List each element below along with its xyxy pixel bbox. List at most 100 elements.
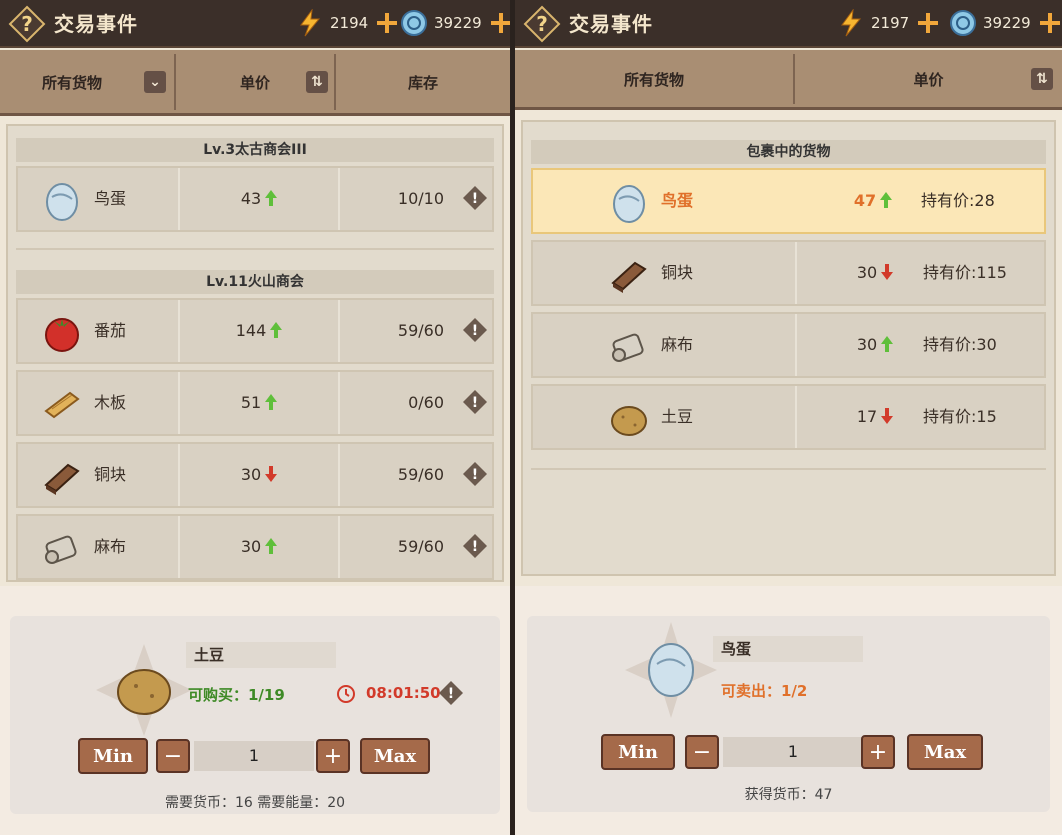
tomato-icon [45,318,79,352]
egg-icon [625,622,717,718]
currency-counter: 39229 [400,8,510,38]
info-icon[interactable]: ! [438,680,464,706]
help-icon[interactable]: ? [523,5,561,43]
top-bar: ? 交易事件 2197 39229 [515,0,1062,48]
lightning-icon [300,9,321,37]
item-price: 30 [180,444,338,506]
help-icon[interactable]: ? [8,5,46,43]
currency-value: 39229 [983,14,1031,32]
sell-panel: ? 交易事件 2197 39229 所有货物 单价 ⇅ 包裹中的货物 鸟蛋 47… [515,0,1062,835]
egg-icon [46,183,78,221]
arrow-down-icon [881,264,894,280]
item-price: 43 [180,168,338,230]
item-name: 铜块 [661,263,694,282]
list-item[interactable]: 铜块 30 持有价:115 [531,240,1046,306]
stock-header: 库存 [334,54,510,110]
item-stock: 10/10 [397,189,444,208]
selected-item-card: 鸟蛋 可卖出：1/2 Min − 1 + Max 获得货币：47 [527,616,1050,812]
price-header-label: 单价 [239,73,270,92]
group-header: Lv.11火山商会 [16,270,494,294]
item-name: 铜块 [94,465,127,484]
quantity-input[interactable]: 1 [723,737,863,767]
item-name: 麻布 [661,335,694,354]
sort-price[interactable]: 单价 ⇅ [174,54,334,110]
filter-label: 所有货物 [623,70,684,89]
item-price: 30 [180,516,338,578]
page-title: 交易事件 [569,12,653,36]
item-price: 17 [845,386,905,448]
increase-button[interactable]: + [861,735,895,769]
screen: ? 交易事件 2194 39229 所有货物 ⌄ 单价 ⇅ 库存 Lv.3太古商… [0,0,1062,835]
max-button[interactable]: Max [360,738,430,774]
increase-button[interactable]: + [316,739,350,773]
decrease-button[interactable]: − [685,735,719,769]
linen-icon [612,333,644,362]
inventory-list[interactable]: 包裹中的货物 鸟蛋 47 持有价:28 铜块 30 持有价:115 麻布 30 [521,120,1056,576]
chevron-down-icon[interactable]: ⌄ [144,71,166,93]
item-price: 47 [843,170,903,232]
decrease-button[interactable]: − [156,739,190,773]
item-stock: 59/60 [397,321,444,340]
list-item[interactable]: 番茄 144 59/60 ! [16,298,494,364]
clock-icon [337,685,355,703]
quantity-input[interactable]: 1 [194,741,314,771]
arrow-up-icon [265,538,278,554]
buy-panel: ? 交易事件 2194 39229 所有货物 ⌄ 单价 ⇅ 库存 Lv.3太古商… [0,0,510,835]
info-icon[interactable]: ! [462,533,488,559]
info-icon[interactable]: ! [462,389,488,415]
add-energy-button[interactable] [376,12,398,34]
wood-plank-icon [44,391,80,419]
svg-text:!: ! [472,323,478,339]
selected-item-name: 土豆 [186,642,336,668]
hold-price: 持有价:28 [921,191,995,210]
energy-counter: 2194 [296,8,398,38]
arrow-down-icon [881,408,894,424]
sellable-count: 可卖出：1/2 [721,682,808,700]
item-name: 鸟蛋 [94,189,127,208]
add-currency-button[interactable] [490,12,510,34]
item-stock: 59/60 [397,465,444,484]
add-currency-button[interactable] [1039,12,1061,34]
goods-list[interactable]: Lv.3太古商会III 鸟蛋 43 10/10 ! Lv.11火山商会 番茄 1… [6,124,504,582]
hold-price: 持有价:30 [923,335,997,354]
list-item[interactable]: 土豆 17 持有价:15 [531,384,1046,450]
selected-item-name: 鸟蛋 [713,636,863,662]
divider [531,468,1046,470]
arrow-up-icon [265,190,278,206]
restock-timer: 08:01:50 [366,684,441,702]
info-icon[interactable]: ! [462,185,488,211]
item-price: 30 [845,242,905,304]
list-item[interactable]: 麻布 30 59/60 ! [16,514,494,580]
cost-summary: 需要货币：16 需要能量：20 [164,795,346,811]
selected-item-card: 土豆 可购买：1/19 08:01:50 ! Min − 1 + Max 需要货… [10,616,500,814]
arrow-up-icon [881,336,894,352]
list-item[interactable]: 木板 51 0/60 ! [16,370,494,436]
svg-text:!: ! [472,467,478,483]
linen-icon [45,535,77,564]
hold-price: 持有价:15 [923,407,997,426]
sort-price[interactable]: 单价 ⇅ [793,54,1062,104]
price-header-label: 单价 [913,70,944,89]
max-button[interactable]: Max [907,734,983,770]
list-item[interactable]: 鸟蛋 43 10/10 ! [16,166,494,232]
sort-icon[interactable]: ⇅ [1031,68,1053,90]
arrow-up-icon [265,394,278,410]
coin-icon [401,10,427,36]
filter-all-goods[interactable]: 所有货物 [515,54,793,104]
info-icon[interactable]: ! [462,461,488,487]
group-header: Lv.3太古商会III [16,138,494,162]
min-button[interactable]: Min [78,738,148,774]
currency-counter: 39229 [949,8,1061,38]
add-energy-button[interactable] [917,12,939,34]
info-icon[interactable]: ! [462,317,488,343]
sort-icon[interactable]: ⇅ [306,71,328,93]
min-button[interactable]: Min [601,734,675,770]
list-item-selected[interactable]: 鸟蛋 47 持有价:28 [531,168,1046,234]
svg-text:!: ! [472,395,478,411]
trade-detail: 土豆 可购买：1/19 08:01:50 ! Min − 1 + Max 需要货… [0,586,510,835]
filter-all-goods[interactable]: 所有货物 ⌄ [0,54,174,110]
list-item[interactable]: 铜块 30 59/60 ! [16,442,494,508]
copper-block-icon [611,261,647,293]
list-item[interactable]: 麻布 30 持有价:30 [531,312,1046,378]
arrow-up-icon [880,192,893,208]
